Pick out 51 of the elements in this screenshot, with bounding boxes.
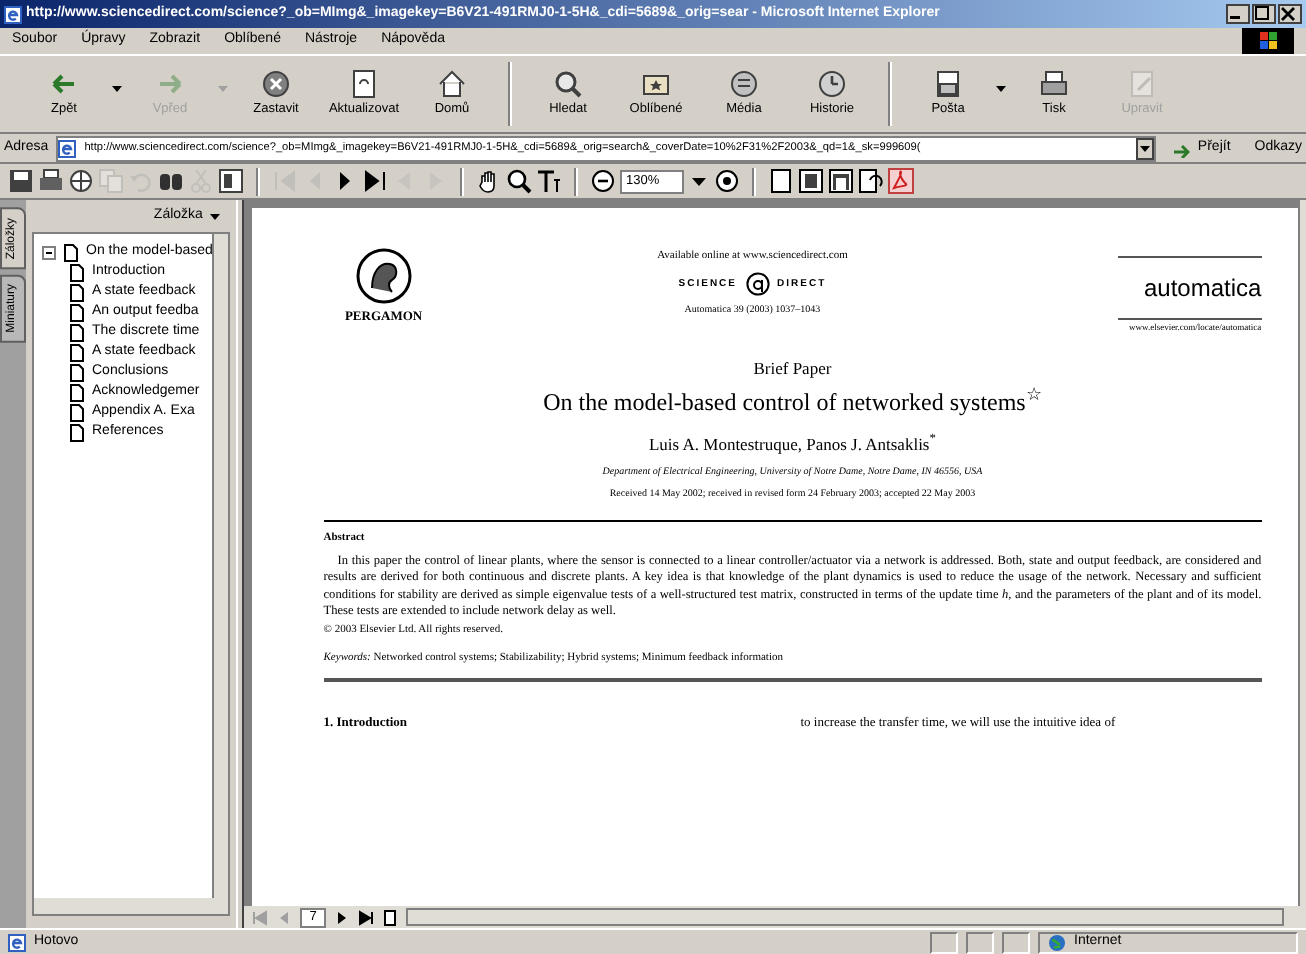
at-sign-logo-icon (745, 272, 770, 297)
page-icon (58, 139, 77, 157)
minimize-button[interactable] (1226, 4, 1250, 24)
last-page-icon[interactable] (362, 168, 388, 194)
zoom-in-icon[interactable] (714, 168, 740, 194)
last-page-icon[interactable] (358, 909, 375, 925)
printer-icon (1038, 68, 1070, 101)
page-icon (4, 5, 22, 23)
refresh-icon (348, 68, 380, 101)
publisher-emblem-drawing (355, 248, 412, 304)
caret-icon[interactable] (112, 85, 122, 91)
author-names: Luis A. Montestruque, Panos J. Antsaklis$^{*}$ (648, 431, 936, 457)
caret-icon[interactable] (692, 177, 706, 185)
scrollbar[interactable] (212, 234, 229, 898)
fit-page-icon[interactable] (798, 168, 824, 194)
caret-icon (210, 213, 221, 219)
go-arrow-icon (1171, 139, 1190, 157)
acrobat-icon[interactable] (888, 168, 914, 194)
printer-icon[interactable] (38, 168, 64, 194)
rotate-icon[interactable] (858, 168, 884, 194)
panel-icon[interactable] (218, 168, 244, 194)
status-pane (966, 931, 994, 953)
text-select-icon[interactable] (536, 168, 562, 194)
history-icon (816, 68, 848, 101)
binoculars-icon[interactable] (158, 168, 184, 194)
scrollbar[interactable] (1297, 200, 1306, 906)
scrollbar[interactable] (406, 908, 1284, 926)
single-page-icon[interactable] (768, 168, 794, 194)
save-icon[interactable] (8, 168, 34, 194)
mail-icon (932, 68, 964, 101)
close-button[interactable] (1278, 4, 1302, 24)
search-icon (552, 68, 584, 101)
maximize-button[interactable] (1252, 4, 1276, 24)
windows-logo-icon (1242, 28, 1294, 54)
page-icon (8, 933, 26, 951)
scrollbar[interactable] (34, 898, 229, 914)
status-pane (1002, 931, 1030, 953)
zoom-icon[interactable] (506, 168, 532, 194)
journal-name: automatica (1143, 272, 1262, 306)
caret-icon[interactable] (996, 85, 1006, 91)
home-icon (436, 68, 468, 101)
status-pane (930, 931, 958, 953)
zoom-out-icon[interactable] (590, 168, 616, 194)
stop-icon (260, 68, 292, 101)
paper-title: On the model-based control of networked systems$^{☆}$ (543, 383, 1042, 419)
collapse-icon[interactable] (42, 245, 56, 259)
section-label: Brief Paper (753, 355, 832, 381)
fit-width-icon[interactable] (828, 168, 854, 194)
edit-icon (1126, 68, 1158, 101)
single-page-icon[interactable] (382, 909, 399, 925)
media-icon (728, 68, 760, 101)
